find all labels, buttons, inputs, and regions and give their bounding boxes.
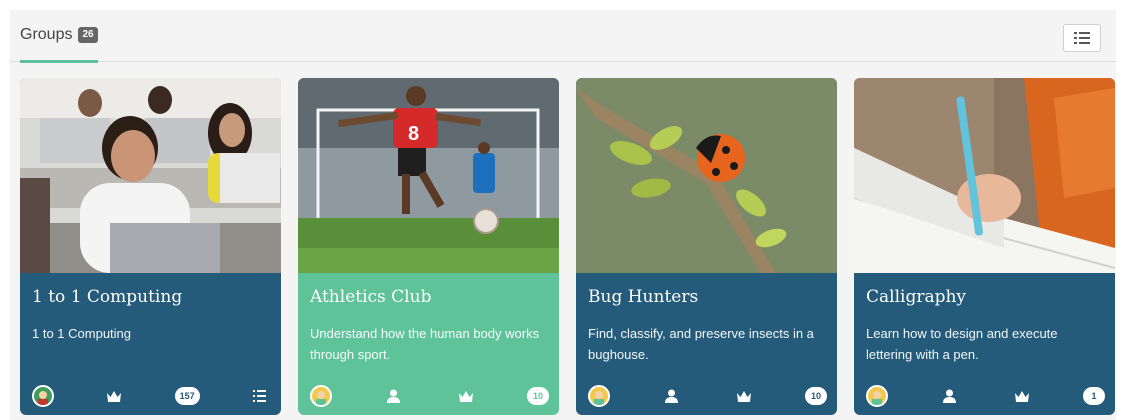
ladybug-photo bbox=[576, 78, 837, 273]
card-description: Understand how the human body works thro… bbox=[310, 326, 540, 362]
crown-icon[interactable] bbox=[103, 385, 125, 407]
person-icon[interactable] bbox=[382, 385, 404, 407]
group-card-calligraphy[interactable]: Calligraphy Learn how to design and exec… bbox=[854, 78, 1115, 415]
card-footer: 1 bbox=[866, 385, 1105, 407]
list-view-icon bbox=[1074, 32, 1090, 44]
groups-panel: Groups 26 1 to 1 Computing 1 to 1 Comput… bbox=[10, 10, 1116, 420]
soccer-photo: 8 bbox=[298, 78, 559, 273]
list-view-toggle-button[interactable] bbox=[1063, 24, 1101, 52]
tab-groups[interactable]: Groups 26 bbox=[20, 10, 98, 63]
card-description: 1 to 1 Computing bbox=[32, 326, 132, 341]
groups-header: Groups 26 bbox=[10, 10, 1116, 63]
students-laptops-photo bbox=[20, 78, 281, 273]
svg-text:8: 8 bbox=[408, 123, 419, 145]
card-title: Calligraphy bbox=[866, 287, 967, 307]
group-cards: 1 to 1 Computing 1 to 1 Computing 157 8 … bbox=[20, 78, 1116, 420]
avatar-icon[interactable] bbox=[588, 385, 610, 407]
group-card-1-to-1-computing[interactable]: 1 to 1 Computing 1 to 1 Computing 157 bbox=[20, 78, 281, 415]
card-title: Bug Hunters bbox=[588, 287, 699, 307]
member-count-badge[interactable]: 1 bbox=[1082, 387, 1105, 405]
member-count-badge[interactable]: 10 bbox=[526, 387, 549, 405]
avatar-icon[interactable] bbox=[310, 385, 332, 407]
writing-photo bbox=[854, 78, 1115, 273]
list-icon[interactable] bbox=[249, 385, 271, 407]
tab-groups-label: Groups bbox=[20, 26, 73, 43]
card-body: Bug Hunters Find, classify, and preserve… bbox=[576, 273, 837, 415]
member-count-badge[interactable]: 157 bbox=[174, 387, 200, 405]
person-icon[interactable] bbox=[660, 385, 682, 407]
groups-count-badge: 26 bbox=[78, 27, 98, 43]
crown-icon[interactable] bbox=[1011, 385, 1033, 407]
card-description: Learn how to design and execute letterin… bbox=[866, 326, 1058, 362]
avatar-icon[interactable] bbox=[866, 385, 888, 407]
member-count-badge[interactable]: 10 bbox=[804, 387, 827, 405]
card-body: Calligraphy Learn how to design and exec… bbox=[854, 273, 1115, 415]
person-icon[interactable] bbox=[938, 385, 960, 407]
card-body: Athletics Club Understand how the human … bbox=[298, 273, 559, 415]
group-card-athletics-club[interactable]: 8 Athletics Club Understand how the huma… bbox=[298, 78, 559, 415]
card-footer: 157 bbox=[32, 385, 271, 407]
card-body: 1 to 1 Computing 1 to 1 Computing 157 bbox=[20, 273, 281, 415]
card-title: 1 to 1 Computing bbox=[32, 287, 183, 307]
crown-icon[interactable] bbox=[733, 385, 755, 407]
card-footer: 10 bbox=[310, 385, 549, 407]
avatar-icon[interactable] bbox=[32, 385, 54, 407]
card-title: Athletics Club bbox=[310, 287, 432, 307]
card-description: Find, classify, and preserve insects in … bbox=[588, 326, 814, 362]
group-card-bug-hunters[interactable]: Bug Hunters Find, classify, and preserve… bbox=[576, 78, 837, 415]
crown-icon[interactable] bbox=[455, 385, 477, 407]
card-footer: 10 bbox=[588, 385, 827, 407]
